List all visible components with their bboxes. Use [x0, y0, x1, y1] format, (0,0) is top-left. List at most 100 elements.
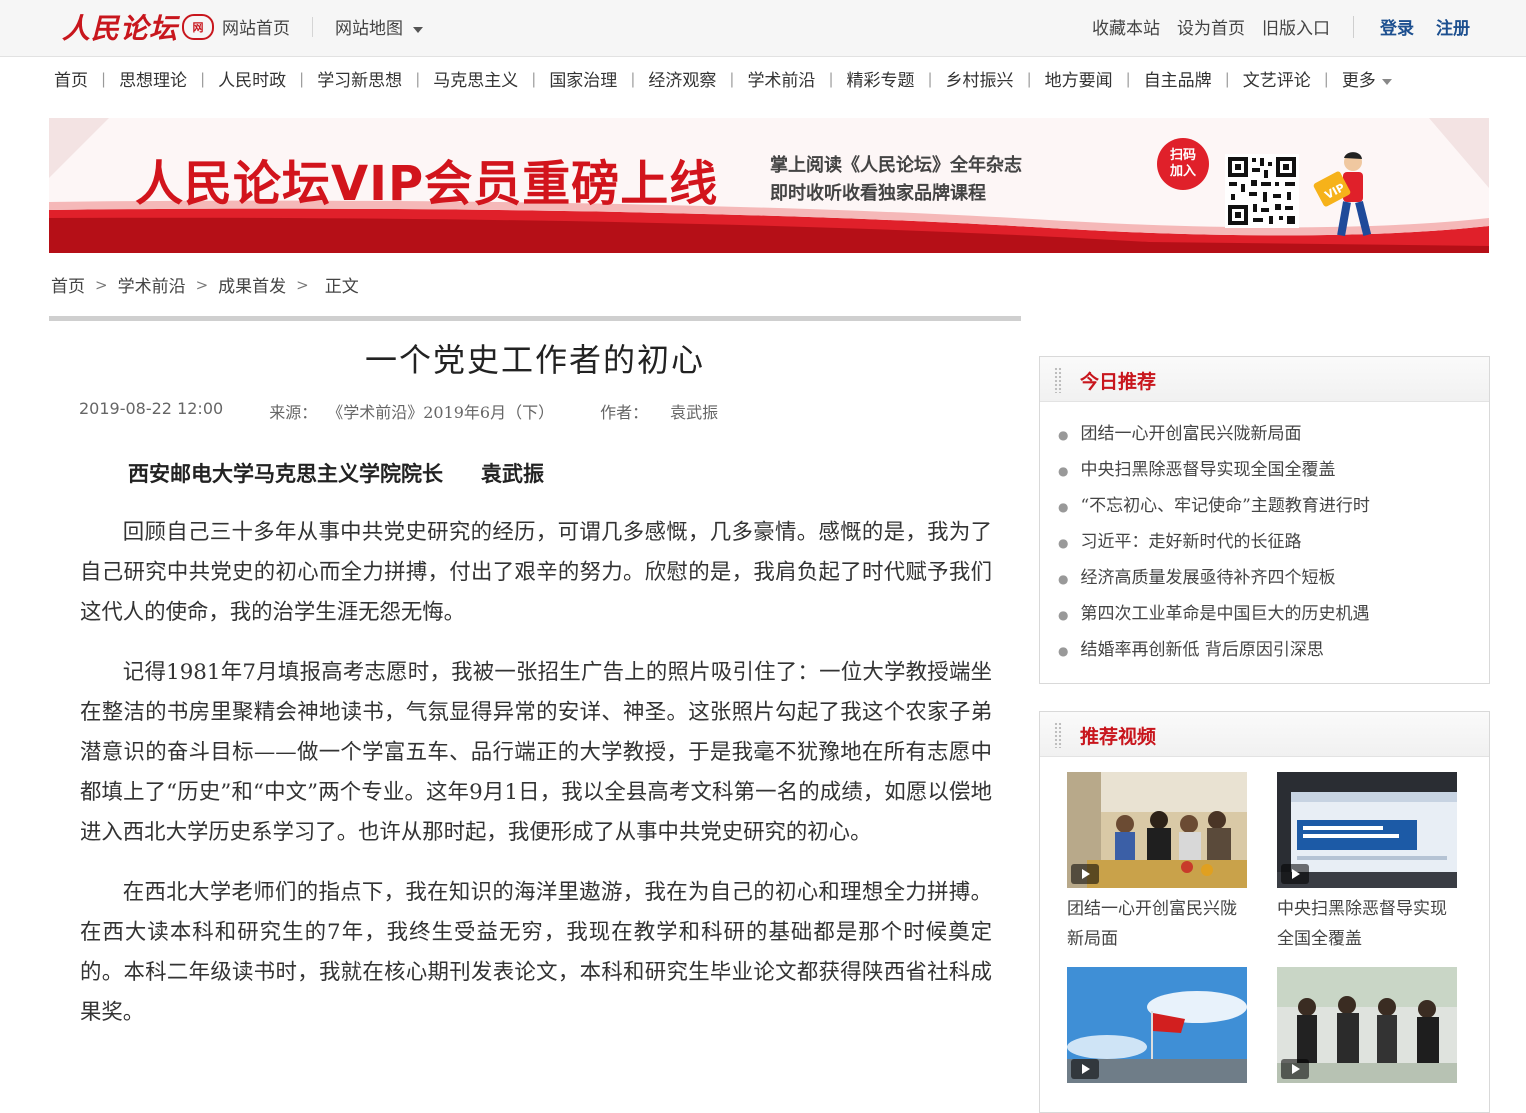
bookmark-link[interactable]: 收藏本站 [1092, 14, 1160, 39]
nav-sep: | [1323, 69, 1329, 88]
top-nav-left: 网站首页 网站地图 [222, 14, 423, 39]
grip-icon [1054, 722, 1062, 748]
list-item-label: 团结一心开创富民兴陇新局面 [1080, 424, 1302, 444]
site-logo[interactable]: 人民论坛 网 [62, 10, 215, 45]
breadcrumb-current: 正文 [324, 277, 359, 297]
list-item-label: 经济高质量发展亟待补齐四个短板 [1080, 568, 1336, 588]
sitemap-link[interactable]: 网站地图 [335, 14, 423, 39]
nav-item-governance[interactable]: 国家治理 [549, 66, 617, 91]
nav-item-more[interactable]: 更多 [1342, 66, 1392, 91]
banner-subtitle: 掌上阅读《人民论坛》全年杂志 即时收听收看独家品牌课程 [770, 152, 1022, 208]
paragraph: 在西北大学老师们的指点下，我在知识的海洋里遨游，我在为自己的初心和理想全力拼搏。… [80, 880, 992, 1025]
logo-text: 人民论坛 [62, 12, 179, 45]
nav-sep: | [630, 69, 636, 88]
chevron-down-icon [1381, 78, 1392, 85]
bullet-icon: ● [1058, 608, 1069, 622]
video-card[interactable]: 团结一心开创富民兴陇新局面 [1067, 772, 1247, 954]
play-icon [1281, 864, 1309, 884]
play-icon [1071, 864, 1099, 884]
nav-sep: | [1224, 69, 1230, 88]
article-body: 回顾自己三十多年从事中共党史研究的经历，可谓几多感慨，几多豪情。感慨的是，我为了… [80, 513, 992, 1053]
nav-item-arts[interactable]: 文艺评论 [1243, 66, 1311, 91]
list-item[interactable]: ● 结婚率再创新低 背后原因引深思 [1058, 632, 1489, 668]
nav-sep: | [299, 69, 305, 88]
video-card[interactable] [1277, 967, 1457, 1089]
nav-item-rural[interactable]: 乡村振兴 [946, 66, 1014, 91]
list-item[interactable]: ● 第四次工业革命是中国巨大的历史机遇 [1058, 596, 1489, 632]
nav-item-economy[interactable]: 经济观察 [648, 66, 716, 91]
bullet-icon: ● [1058, 644, 1069, 658]
nav-item-marxism[interactable]: 马克思主义 [433, 66, 518, 91]
list-item-label: 中央扫黑除恶督导实现全国全覆盖 [1080, 460, 1336, 480]
author-label: 作者： [600, 403, 649, 422]
bullet-icon: ● [1058, 464, 1069, 478]
list-item[interactable]: ● “不忘初心、牢记使命”主题教育进行时 [1058, 488, 1489, 524]
list-item-label: “不忘初心、牢记使命”主题教育进行时 [1080, 496, 1370, 516]
sitemap-label: 网站地图 [335, 19, 403, 39]
scan-line: 加入 [1169, 164, 1196, 179]
logo-badge: 网 [182, 14, 215, 40]
bullet-icon: ● [1058, 572, 1069, 586]
nav-sep: | [101, 69, 107, 88]
video-caption[interactable]: 团结一心开创富民兴陇新局面 [1067, 894, 1247, 954]
video-recommend-box: 推荐视频 团结一心开创富民兴陇新局面 中央扫黑除恶督导实现全国全覆盖 [1039, 711, 1490, 1113]
top-nav-right: 收藏本站 设为首页 旧版入口 登录 注册 [1092, 14, 1526, 39]
nav-sep: | [927, 69, 933, 88]
vip-mascot-icon: VIP [1313, 152, 1372, 237]
video-card[interactable] [1067, 967, 1247, 1089]
list-item[interactable]: ● 习近平：走好新时代的长征路 [1058, 524, 1489, 560]
breadcrumb-academic[interactable]: 学术前沿 [118, 272, 186, 297]
nav-item-local[interactable]: 地方要闻 [1045, 66, 1113, 91]
publish-date: 2019-08-22 12:00 [79, 399, 224, 418]
nav-item-topics[interactable]: 精彩专题 [847, 66, 915, 91]
play-icon [1281, 1059, 1309, 1079]
old-version-link[interactable]: 旧版入口 [1262, 14, 1330, 39]
nav-sep: | [1026, 69, 1032, 88]
home-link[interactable]: 网站首页 [222, 14, 290, 39]
nav-item-theory[interactable]: 思想理论 [119, 66, 187, 91]
nav-item-brands[interactable]: 自主品牌 [1144, 66, 1212, 91]
banner-title: 人民论坛VIP会员重磅上线 [135, 156, 719, 212]
vip-banner[interactable]: 人民论坛VIP会员重磅上线 掌上阅读《人民论坛》全年杂志 即时收听收看独家品牌课… [49, 118, 1489, 253]
nav-item-politics[interactable]: 人民时政 [218, 66, 286, 91]
recommend-list: ● 团结一心开创富民兴陇新局面 ● 中央扫黑除恶督导实现全国全覆盖 ● “不忘初心、牢… [1040, 402, 1489, 668]
list-item[interactable]: ● 经济高质量发展亟待补齐四个短板 [1058, 560, 1489, 596]
set-homepage-link[interactable]: 设为首页 [1177, 14, 1245, 39]
paragraph: 回顾自己三十多年从事中共党史研究的经历，可谓几多感慨，几多豪情。感慨的是，我为了… [80, 520, 992, 625]
breadcrumb: 首页 > 学术前沿 > 成果首发 > 正文 [51, 272, 359, 298]
video-thumbnail[interactable] [1067, 772, 1247, 888]
nav-sep: | [200, 69, 206, 88]
banner-sub-line: 即时收听收看独家品牌课程 [770, 183, 986, 204]
box-header: 推荐视频 [1040, 712, 1489, 757]
grip-icon [1054, 367, 1062, 393]
qr-code-icon [1225, 154, 1299, 228]
login-link[interactable]: 登录 [1380, 14, 1414, 39]
list-item[interactable]: ● 团结一心开创富民兴陇新局面 [1058, 416, 1489, 452]
breadcrumb-results[interactable]: 成果首发 [218, 272, 286, 297]
article-top-rule [49, 316, 1021, 321]
nav-item-academic[interactable]: 学术前沿 [747, 66, 815, 91]
nav-item-new-thought[interactable]: 学习新思想 [317, 66, 402, 91]
scan-line: 扫码 [1169, 148, 1196, 163]
chevron-right-icon: > [95, 275, 108, 294]
bullet-icon: ● [1058, 428, 1069, 442]
today-recommend-box: 今日推荐 ● 团结一心开创富民兴陇新局面 ● 中央扫黑除恶督导实现全国全覆盖 ● “不… [1039, 356, 1490, 684]
bullet-icon: ● [1058, 500, 1069, 514]
nav-sep: | [1125, 69, 1131, 88]
article-meta: 2019-08-22 12:00 来源： 《学术前沿》2019年6月（下） 作者… [79, 399, 718, 423]
list-item[interactable]: ● 中央扫黑除恶督导实现全国全覆盖 [1058, 452, 1489, 488]
list-item-label: 习近平：走好新时代的长征路 [1080, 532, 1302, 552]
list-item-label: 结婚率再创新低 背后原因引深思 [1080, 640, 1324, 660]
video-thumbnail[interactable] [1067, 967, 1247, 1083]
article-title: 一个党史工作者的初心 [364, 341, 705, 379]
nav-item-home[interactable]: 首页 [54, 66, 88, 91]
nav-sep: | [828, 69, 834, 88]
breadcrumb-home[interactable]: 首页 [51, 272, 85, 297]
video-thumbnail[interactable] [1277, 772, 1457, 888]
author-value: 袁武振 [670, 403, 719, 422]
video-caption[interactable]: 中央扫黑除恶督导实现全国全覆盖 [1277, 894, 1457, 954]
video-card[interactable]: 中央扫黑除恶督导实现全国全覆盖 [1277, 772, 1457, 954]
register-link[interactable]: 注册 [1436, 14, 1470, 39]
more-label: 更多 [1341, 71, 1376, 91]
video-thumbnail[interactable] [1277, 967, 1457, 1083]
